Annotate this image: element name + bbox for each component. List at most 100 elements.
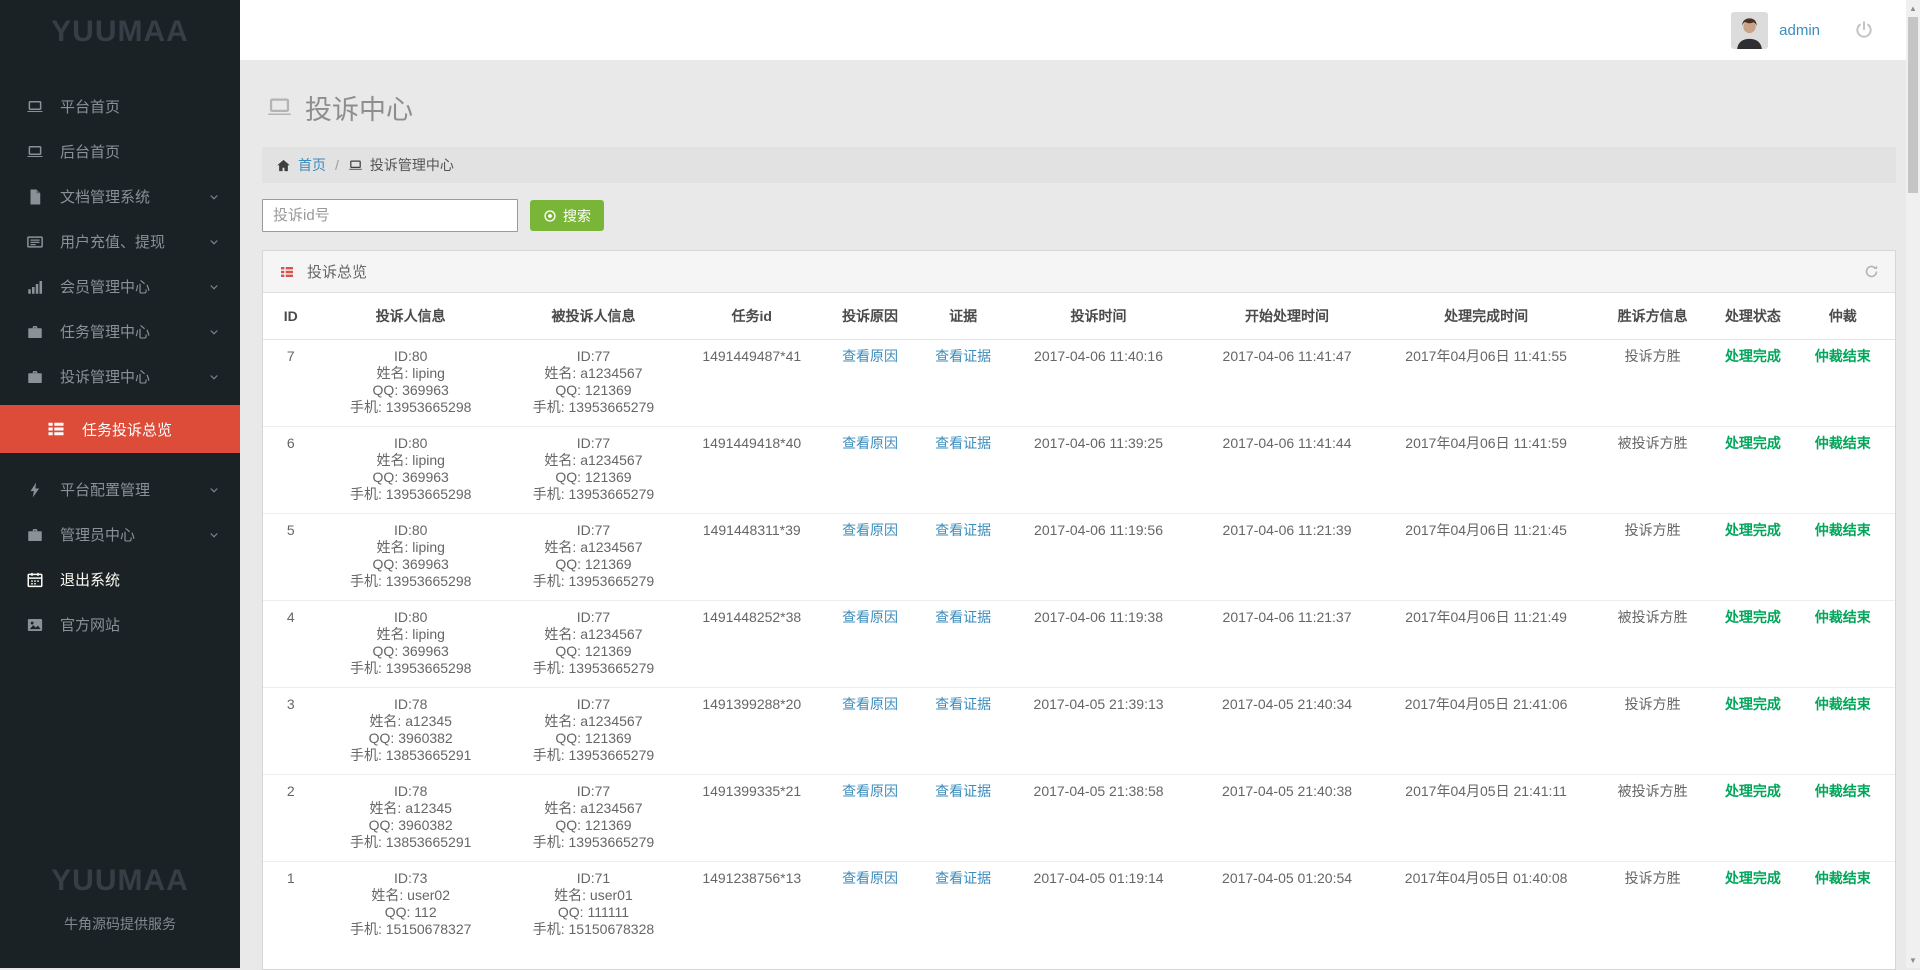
cell-winner: 投诉方胜 bbox=[1590, 862, 1716, 970]
cell-id: 4 bbox=[263, 601, 318, 688]
search-input[interactable] bbox=[262, 199, 518, 232]
sidebar-item-official-website[interactable]: 官方网站 bbox=[0, 602, 240, 647]
breadcrumb-home-link[interactable]: 首页 bbox=[298, 155, 326, 175]
view-reason-link[interactable]: 查看原因 bbox=[842, 522, 898, 538]
chevron-down-icon bbox=[208, 326, 220, 338]
sidebar-item-member-center[interactable]: 会员管理中心 bbox=[0, 264, 240, 309]
view-reason-link[interactable]: 查看原因 bbox=[842, 435, 898, 451]
chevron-down-icon bbox=[208, 236, 220, 248]
cell-id: 1 bbox=[263, 862, 318, 970]
search-button[interactable]: 搜索 bbox=[530, 200, 604, 231]
image-icon bbox=[26, 616, 44, 634]
refresh-icon[interactable] bbox=[1864, 264, 1879, 279]
cell-reason: 查看原因 bbox=[819, 514, 920, 601]
sidebar-item-recharge-withdraw[interactable]: 用户充值、提现 bbox=[0, 219, 240, 264]
breadcrumb-current: 投诉管理中心 bbox=[370, 155, 454, 175]
cell-task-id: 1491238756*13 bbox=[684, 862, 819, 970]
sidebar-item-label: 平台配置管理 bbox=[60, 479, 150, 500]
view-evidence-link[interactable]: 查看证据 bbox=[935, 609, 991, 625]
cell-id: 5 bbox=[263, 514, 318, 601]
cell-evidence: 查看证据 bbox=[921, 340, 1006, 427]
cell-complaint-time: 2017-04-06 11:39:25 bbox=[1006, 427, 1192, 514]
cell-task-id: 1491448311*39 bbox=[684, 514, 819, 601]
col-status: 处理状态 bbox=[1715, 293, 1790, 340]
sidebar-item-label: 会员管理中心 bbox=[60, 276, 150, 297]
scroll-up-arrow[interactable]: ▲ bbox=[1906, 0, 1920, 16]
sidebar-item-task-center[interactable]: 任务管理中心 bbox=[0, 309, 240, 354]
view-evidence-link[interactable]: 查看证据 bbox=[935, 696, 991, 712]
content: 投诉中心 首页 / 投诉管理中心 搜索 投诉总览 bbox=[240, 60, 1920, 970]
sidebar-item-label: 管理员中心 bbox=[60, 524, 135, 545]
cell-id: 2 bbox=[263, 775, 318, 862]
cell-status: 处理完成 bbox=[1715, 427, 1790, 514]
cell-arbitration: 仲裁结束 bbox=[1790, 862, 1895, 970]
sidebar-item-complaint-center[interactable]: 投诉管理中心 bbox=[0, 354, 240, 399]
scrollbar[interactable]: ▲ ▼ bbox=[1906, 0, 1920, 968]
cell-finish-time: 2017年04月06日 11:21:49 bbox=[1383, 601, 1590, 688]
logout-button[interactable] bbox=[1854, 20, 1874, 40]
cell-respondent: ID:77姓名: a1234567QQ: 121369手机: 139536652… bbox=[503, 775, 684, 862]
view-evidence-link[interactable]: 查看证据 bbox=[935, 435, 991, 451]
view-reason-link[interactable]: 查看原因 bbox=[842, 870, 898, 886]
chevron-down-icon bbox=[208, 529, 220, 541]
sidebar-footer: YUUMAA 牛角源码提供服务 bbox=[0, 864, 240, 934]
view-reason-link[interactable]: 查看原因 bbox=[842, 783, 898, 799]
sidebar-item-admin-center[interactable]: 管理员中心 bbox=[0, 512, 240, 557]
sidebar-item-platform-config[interactable]: 平台配置管理 bbox=[0, 467, 240, 512]
cell-winner: 投诉方胜 bbox=[1590, 514, 1716, 601]
cell-complaint-time: 2017-04-05 21:39:13 bbox=[1006, 688, 1192, 775]
table-header-row: ID 投诉人信息 被投诉人信息 任务id 投诉原因 证据 投诉时间 开始处理时间… bbox=[263, 293, 1895, 340]
home-icon bbox=[276, 158, 291, 173]
view-reason-link[interactable]: 查看原因 bbox=[842, 696, 898, 712]
cell-start-time: 2017-04-06 11:21:39 bbox=[1192, 514, 1383, 601]
view-reason-link[interactable]: 查看原因 bbox=[842, 609, 898, 625]
complaints-panel: 投诉总览 ID 投诉人信息 被投诉人信息 任务id 投诉原因 证据 投诉时间 bbox=[262, 250, 1896, 970]
sidebar-item-document-system[interactable]: 文档管理系统 bbox=[0, 174, 240, 219]
cell-complaint-time: 2017-04-05 01:19:14 bbox=[1006, 862, 1192, 970]
sidebar-item-label: 文档管理系统 bbox=[60, 186, 150, 207]
view-evidence-link[interactable]: 查看证据 bbox=[935, 783, 991, 799]
view-evidence-link[interactable]: 查看证据 bbox=[935, 870, 991, 886]
sidebar-item-label: 任务管理中心 bbox=[60, 321, 150, 342]
cell-id: 7 bbox=[263, 340, 318, 427]
power-icon bbox=[1854, 20, 1874, 40]
sidebar-item-admin-home[interactable]: 后台首页 bbox=[0, 129, 240, 174]
chevron-down-icon bbox=[208, 484, 220, 496]
username: admin bbox=[1779, 22, 1820, 39]
sidebar-item-label: 后台首页 bbox=[60, 141, 120, 162]
brand-logo: YUUMAA bbox=[0, 0, 240, 64]
user-menu[interactable]: admin bbox=[1731, 12, 1820, 49]
scroll-thumb[interactable] bbox=[1908, 17, 1918, 193]
cell-evidence: 查看证据 bbox=[921, 775, 1006, 862]
cell-complainant: ID:80姓名: lipingQQ: 369963手机: 13953665298 bbox=[318, 514, 502, 601]
view-reason-link[interactable]: 查看原因 bbox=[842, 348, 898, 364]
scroll-down-arrow[interactable]: ▼ bbox=[1906, 952, 1920, 968]
cell-complaint-time: 2017-04-05 21:38:58 bbox=[1006, 775, 1192, 862]
cell-start-time: 2017-04-06 11:21:37 bbox=[1192, 601, 1383, 688]
cell-task-id: 1491448252*38 bbox=[684, 601, 819, 688]
sidebar-item-label: 官方网站 bbox=[60, 614, 120, 635]
sidebar-item-logout[interactable]: 退出系统 bbox=[0, 557, 240, 602]
briefcase-icon bbox=[26, 323, 44, 341]
cell-status: 处理完成 bbox=[1715, 775, 1790, 862]
cell-arbitration: 仲裁结束 bbox=[1790, 775, 1895, 862]
view-evidence-link[interactable]: 查看证据 bbox=[935, 522, 991, 538]
sidebar-subitem-task-complaint-overview[interactable]: 任务投诉总览 bbox=[0, 405, 240, 453]
table-row: 4ID:80姓名: lipingQQ: 369963手机: 1395366529… bbox=[263, 601, 1895, 688]
cell-respondent: ID:77姓名: a1234567QQ: 121369手机: 139536652… bbox=[503, 514, 684, 601]
cell-status: 处理完成 bbox=[1715, 514, 1790, 601]
cell-complainant: ID:80姓名: lipingQQ: 369963手机: 13953665298 bbox=[318, 601, 502, 688]
list-icon bbox=[46, 419, 66, 439]
sidebar-item-platform-home[interactable]: 平台首页 bbox=[0, 84, 240, 129]
cell-respondent: ID:77姓名: a1234567QQ: 121369手机: 139536652… bbox=[503, 688, 684, 775]
cell-start-time: 2017-04-05 21:40:38 bbox=[1192, 775, 1383, 862]
table-row: 1ID:73姓名: user02QQ: 112手机: 15150678327ID… bbox=[263, 862, 1895, 970]
cell-id: 6 bbox=[263, 427, 318, 514]
sidebar-menu: 平台首页 后台首页 文档管理系统 用户充值、提现 会员管理中心 任务管理中心 bbox=[0, 84, 240, 647]
laptop-icon bbox=[26, 143, 44, 161]
complaints-table: ID 投诉人信息 被投诉人信息 任务id 投诉原因 证据 投诉时间 开始处理时间… bbox=[263, 293, 1895, 969]
col-reason: 投诉原因 bbox=[819, 293, 920, 340]
cell-status: 处理完成 bbox=[1715, 601, 1790, 688]
view-evidence-link[interactable]: 查看证据 bbox=[935, 348, 991, 364]
cell-complaint-time: 2017-04-06 11:19:38 bbox=[1006, 601, 1192, 688]
